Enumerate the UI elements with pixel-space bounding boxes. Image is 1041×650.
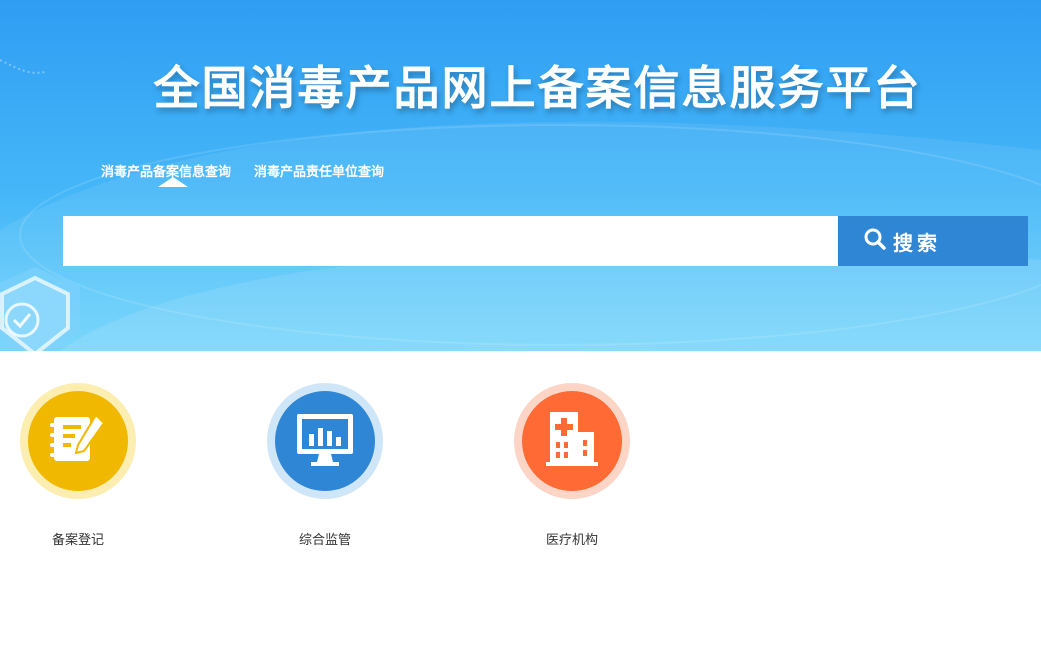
feature-label: 医疗机构 (545, 533, 598, 548)
notepad-pen-icon (46, 411, 110, 471)
feature-filing-registration[interactable]: 备案登记 (13, 383, 143, 548)
feature-circle (28, 391, 128, 491)
feature-ring (20, 383, 136, 499)
search-button-label: 搜索 (893, 230, 941, 255)
feature-circle (522, 391, 622, 491)
hospital-icon (542, 408, 602, 474)
search-button[interactable]: 搜索 (838, 216, 1028, 266)
feature-ring (514, 383, 630, 499)
tab-responsible-unit-query[interactable]: 消毒产品责任单位查询 (254, 161, 384, 180)
feature-label: 综合监管 (298, 533, 351, 548)
feature-medical-institution[interactable]: 医疗机构 (507, 383, 637, 548)
monitor-chart-icon (293, 410, 357, 472)
search-input[interactable] (63, 216, 838, 266)
feature-label: 备案登记 (51, 533, 104, 548)
shield-check-icon (0, 262, 100, 351)
active-tab-indicator (158, 177, 188, 187)
hero-banner: 全国消毒产品网上备案信息服务平台 消毒产品备案信息查询 消毒产品责任单位查询 搜… (0, 0, 1041, 351)
page-title: 全国消毒产品网上备案信息服务平台 (153, 61, 922, 115)
search-icon (863, 227, 887, 255)
feature-ring (267, 383, 383, 499)
feature-circle (275, 391, 375, 491)
feature-comprehensive-supervision[interactable]: 综合监管 (260, 383, 390, 548)
